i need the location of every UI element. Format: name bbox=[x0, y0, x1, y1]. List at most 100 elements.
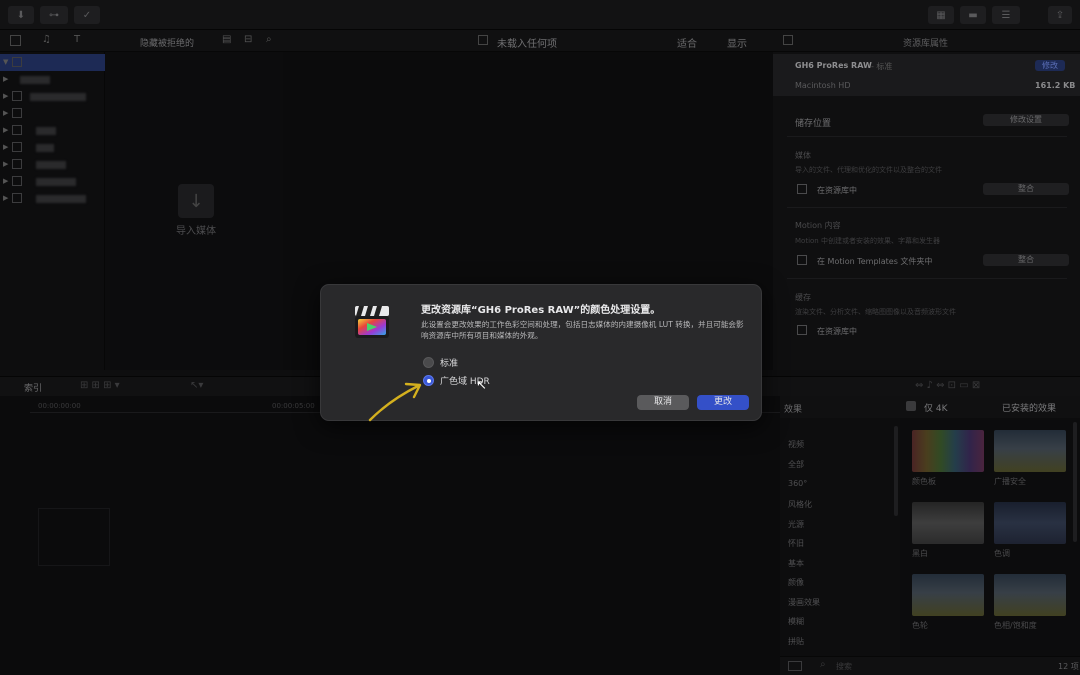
filmstrip-icon[interactable]: ▤ bbox=[222, 34, 231, 45]
event-row[interactable]: ▶ bbox=[0, 88, 105, 105]
disclosure-icon[interactable]: ▶ bbox=[3, 177, 8, 185]
category-item[interactable]: 360° bbox=[788, 479, 807, 488]
event-row[interactable]: ▶ bbox=[0, 122, 105, 139]
category-item[interactable]: 风格化 bbox=[788, 499, 812, 510]
audio-meters-icon[interactable]: ⇔ ♪ ⇔ ⊡ ▭ ⊠ bbox=[915, 380, 980, 391]
clip-tools-icon[interactable]: ⊞ ⊞ ⊞ ▾ bbox=[80, 380, 120, 391]
top-toolbar: ⬇ ⊶ ✓ ▦ ▬ ☰ ⇪ bbox=[0, 0, 1080, 30]
event-row[interactable]: ▶ bbox=[0, 173, 105, 190]
search-icon[interactable]: ⌕ bbox=[266, 34, 272, 45]
effect-thumbnail[interactable] bbox=[994, 574, 1066, 616]
event-row[interactable]: ▶ bbox=[0, 139, 105, 156]
library-color-mode: - 标准 bbox=[871, 62, 893, 71]
category-item[interactable]: 全部 bbox=[788, 459, 804, 470]
library-icon bbox=[12, 57, 22, 67]
library-summary: GH6 ProRes RAW - 标准 修改 Macintosh HD 161.… bbox=[773, 54, 1080, 96]
consolidate-motion-button[interactable]: 整合 bbox=[983, 254, 1069, 266]
grid-scrollbar[interactable] bbox=[1073, 422, 1077, 542]
divider bbox=[787, 278, 1067, 279]
effect-thumbnail[interactable] bbox=[994, 430, 1066, 472]
event-icon bbox=[12, 176, 22, 186]
effects-header: 效果 仅 4K 已安装的效果 bbox=[780, 396, 1080, 418]
effect-label: 颜色板 bbox=[912, 477, 936, 486]
import-media-label: 导入媒体 bbox=[176, 226, 216, 237]
effect-thumbnail[interactable] bbox=[912, 574, 984, 616]
dialog-message: 此设置会更改效果的工作色彩空间和处理，包括日志媒体的内建摄像机 LUT 转换，并… bbox=[421, 320, 744, 340]
category-item[interactable]: 视频 bbox=[788, 439, 804, 450]
category-item[interactable]: 漫画效果 bbox=[788, 597, 820, 608]
dialog-title: 更改资源库“GH6 ProRes RAW”的颜色处理设置。 bbox=[421, 305, 661, 316]
disclosure-icon[interactable]: ▶ bbox=[3, 160, 8, 168]
cache-location: 在资源库中 bbox=[817, 327, 857, 336]
effects-search-input[interactable]: 搜索 bbox=[836, 661, 852, 672]
change-button[interactable]: 更改 bbox=[697, 395, 749, 410]
consolidate-media-button[interactable]: 整合 bbox=[983, 183, 1069, 195]
list-scrollbar[interactable] bbox=[894, 426, 898, 516]
timeline-layout-icon[interactable]: ▬ bbox=[960, 6, 986, 24]
browser-header: ♫ T 隐藏被拒绝的 ▤ ⊟ ⌕ bbox=[0, 30, 283, 52]
category-item[interactable]: 怀旧 bbox=[788, 538, 804, 549]
sidebar-toggle-icon[interactable] bbox=[788, 661, 802, 671]
titles-icon[interactable]: T bbox=[74, 34, 80, 45]
disclosure-icon[interactable]: ▶ bbox=[3, 194, 8, 202]
import-media-button[interactable]: ↓ bbox=[178, 184, 214, 218]
storage-title: 储存位置 bbox=[795, 119, 832, 129]
event-row[interactable]: ▶ bbox=[0, 156, 105, 173]
event-name bbox=[30, 93, 86, 101]
category-item[interactable]: 基本 bbox=[788, 558, 804, 569]
library-sidebar: ▼ ▶ ▶ ▶ ▶ ▶ ▶ ▶ ▶ bbox=[0, 52, 105, 370]
only-4k-toggle[interactable] bbox=[906, 401, 916, 411]
disclosure-icon[interactable]: ▶ bbox=[3, 109, 8, 117]
disclosure-icon[interactable]: ▼ bbox=[3, 58, 8, 66]
disclosure-icon[interactable]: ▶ bbox=[3, 126, 8, 134]
media-location: 在资源库中 bbox=[817, 186, 857, 195]
volume-name: Macintosh HD bbox=[795, 81, 851, 90]
search-icon: ⌕ bbox=[820, 659, 826, 670]
share-icon[interactable]: ⇪ bbox=[1048, 6, 1072, 24]
library-icon[interactable] bbox=[10, 35, 21, 46]
media-location-icon bbox=[797, 184, 807, 194]
modify-settings-button[interactable]: 修改设置 bbox=[983, 114, 1069, 126]
media-title: 媒体 bbox=[795, 151, 811, 160]
photos-icon[interactable]: ♫ bbox=[42, 34, 51, 45]
timeline bbox=[0, 396, 780, 675]
modify-badge[interactable]: 修改 bbox=[1035, 60, 1065, 71]
keyword-icon[interactable]: ⊶ bbox=[40, 6, 68, 24]
event-name bbox=[36, 127, 56, 135]
view-options-dropdown[interactable]: 显示 bbox=[727, 35, 747, 50]
library-row-selected[interactable]: ▼ bbox=[0, 54, 105, 71]
inspector-header: 资源库属性 bbox=[773, 30, 1080, 52]
radio-standard[interactable] bbox=[423, 357, 434, 368]
event-name bbox=[20, 76, 50, 84]
category-item[interactable]: 模糊 bbox=[788, 616, 804, 627]
background-tasks-icon[interactable]: ✓ bbox=[74, 6, 100, 24]
timeline-placeholder bbox=[38, 508, 110, 566]
category-item[interactable]: 光源 bbox=[788, 519, 804, 530]
event-row[interactable]: ▶ bbox=[0, 190, 105, 207]
cancel-button[interactable]: 取消 bbox=[637, 395, 689, 410]
filter-dropdown[interactable]: 隐藏被拒绝的 bbox=[140, 36, 194, 49]
disclosure-icon[interactable]: ▶ bbox=[3, 143, 8, 151]
index-button[interactable]: 索引 bbox=[24, 381, 42, 394]
timecode-start: 00:00:00:00 bbox=[38, 402, 81, 410]
select-tool-icon[interactable]: ↖▾ bbox=[190, 380, 203, 391]
effect-thumbnail[interactable] bbox=[912, 430, 984, 472]
disclosure-icon[interactable]: ▶ bbox=[3, 92, 8, 100]
option-standard[interactable]: 标准 bbox=[423, 356, 458, 369]
effect-thumbnail[interactable] bbox=[994, 502, 1066, 544]
installed-effects-dropdown[interactable]: 已安装的效果 bbox=[1002, 401, 1056, 414]
inspector-layout-icon[interactable]: ☰ bbox=[992, 6, 1020, 24]
event-row[interactable]: ▶ bbox=[0, 71, 105, 88]
effect-thumbnail[interactable] bbox=[912, 502, 984, 544]
import-icon[interactable]: ⬇ bbox=[8, 6, 34, 24]
event-row[interactable]: ▶ bbox=[0, 105, 105, 122]
browser-layout-icon[interactable]: ▦ bbox=[928, 6, 954, 24]
event-icon bbox=[12, 125, 22, 135]
inspector-title: 资源库属性 bbox=[903, 39, 949, 49]
inspector-icon bbox=[783, 35, 793, 45]
zoom-fit-dropdown[interactable]: 适合 bbox=[677, 35, 697, 50]
category-item[interactable]: 颜像 bbox=[788, 577, 804, 588]
category-item[interactable]: 拼贴 bbox=[788, 636, 804, 647]
clip-appearance-icon[interactable]: ⊟ bbox=[244, 34, 252, 45]
disclosure-icon[interactable]: ▶ bbox=[3, 75, 8, 83]
